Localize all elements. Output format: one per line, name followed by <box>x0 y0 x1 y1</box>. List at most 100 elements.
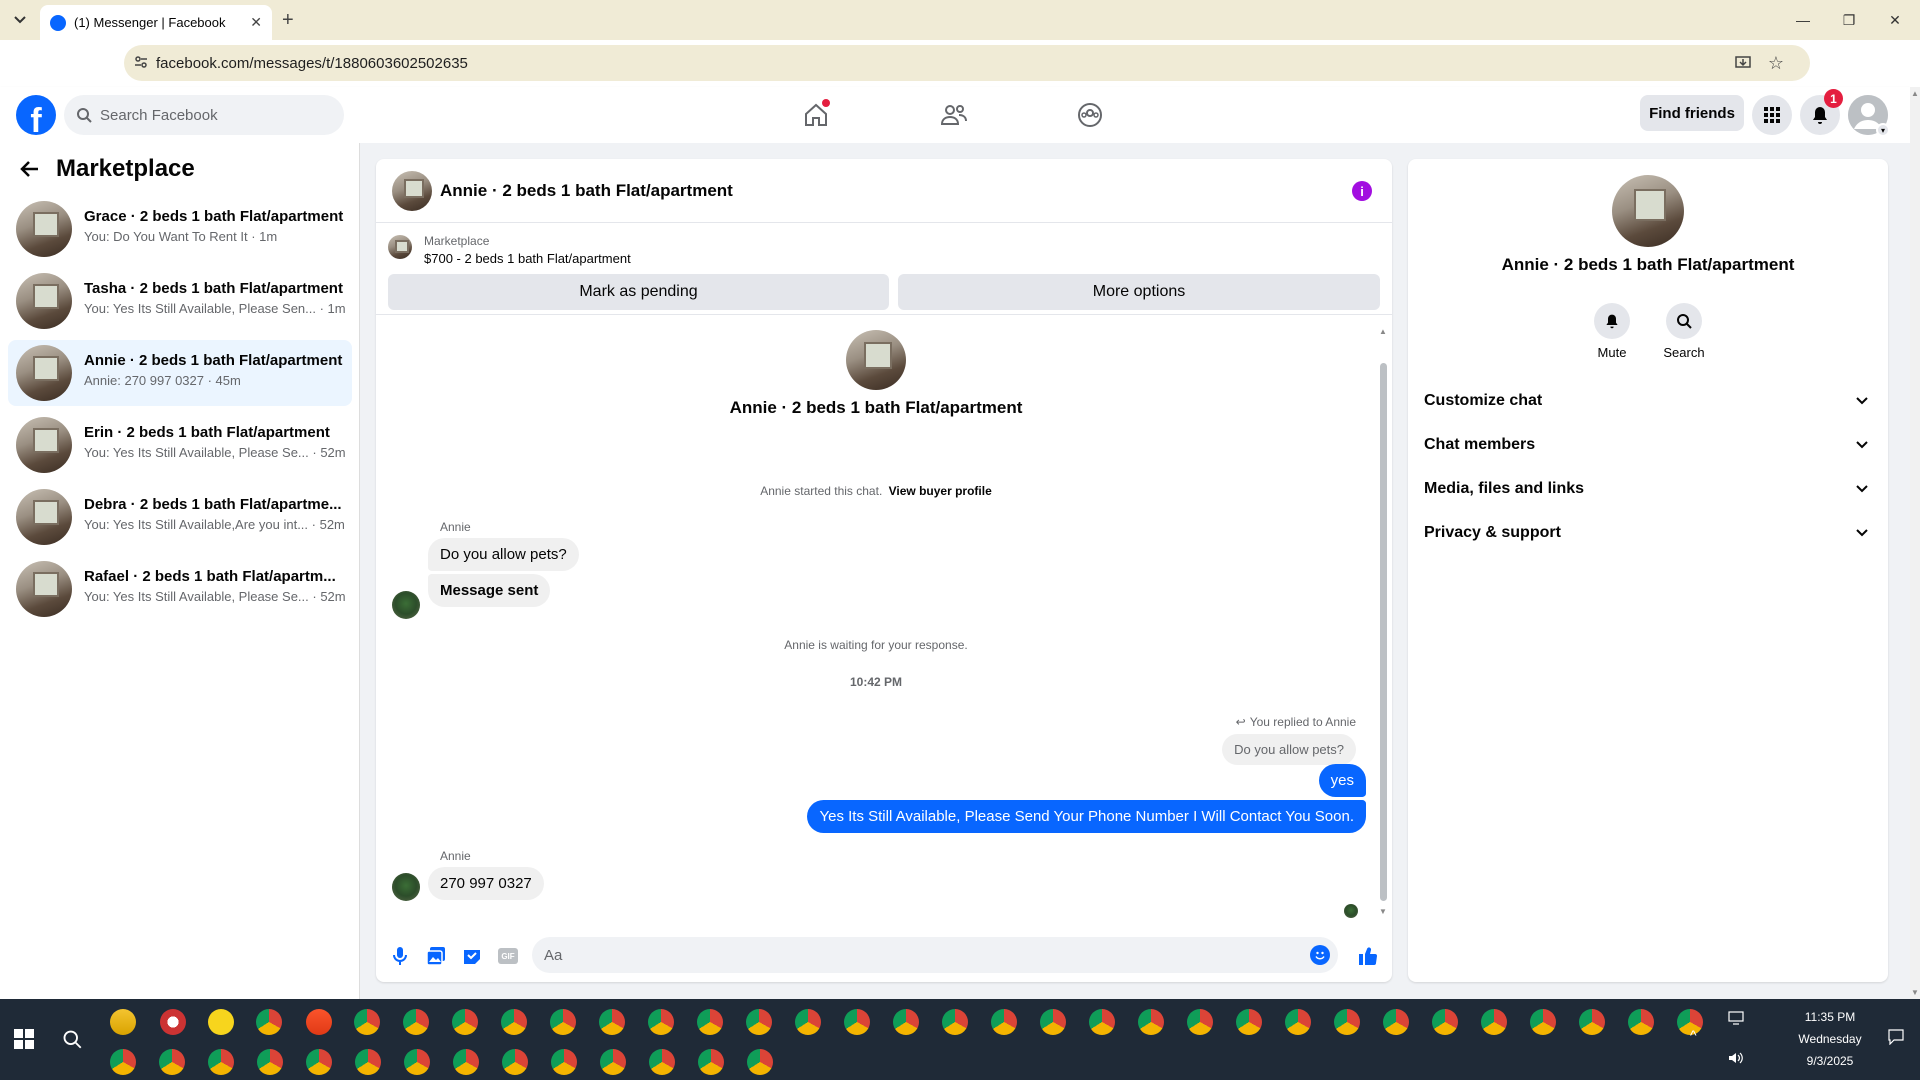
message-bubble-outgoing[interactable]: Yes Its Still Available, Please Send You… <box>807 800 1366 833</box>
info-icon[interactable]: i <box>1352 181 1372 201</box>
chrome-profile-icon[interactable] <box>649 1049 675 1075</box>
volume-icon[interactable] <box>1728 1051 1744 1065</box>
chrome-profile-icon[interactable] <box>452 1009 478 1035</box>
conversation-item[interactable]: Debra · 2 beds 1 bath Flat/apartme... Yo… <box>8 484 352 550</box>
conversation-item[interactable]: Rafael · 2 beds 1 bath Flat/apartm... Yo… <box>8 556 352 622</box>
microphone-icon[interactable] <box>388 944 412 968</box>
conversation-item-active[interactable]: Annie · 2 beds 1 bath Flat/apartment Ann… <box>8 340 352 406</box>
message-input[interactable]: Aa <box>532 937 1338 973</box>
find-friends-button[interactable]: Find friends <box>1640 95 1744 131</box>
chrome-profile-icon[interactable] <box>746 1009 772 1035</box>
chrome-profile-icon[interactable] <box>403 1009 429 1035</box>
scrollbar-thumb[interactable] <box>1380 363 1387 901</box>
listing-thumbnail[interactable] <box>388 235 412 259</box>
back-arrow-icon[interactable] <box>20 159 40 179</box>
chrome-profile-icon[interactable] <box>404 1049 430 1075</box>
thumbs-up-icon[interactable] <box>1356 944 1380 968</box>
chrome-profile-icon[interactable] <box>1236 1009 1262 1035</box>
address-bar[interactable]: facebook.com/messages/t/1880603602502635… <box>124 45 1810 81</box>
privacy-support-section[interactable]: Privacy & support <box>1424 511 1874 555</box>
chrome-profile-icon[interactable] <box>991 1009 1017 1035</box>
sticky-notes-icon[interactable] <box>208 1009 234 1035</box>
groups-icon[interactable] <box>1072 97 1108 133</box>
chrome-profile-icon[interactable] <box>1089 1009 1115 1035</box>
chrome-profile-icon[interactable] <box>844 1009 870 1035</box>
facebook-logo-icon[interactable]: f <box>16 95 56 135</box>
chrome-profile-icon[interactable] <box>208 1049 234 1075</box>
page-scrollbar[interactable]: ▲ ▼ <box>1910 87 1920 999</box>
chrome-profile-icon[interactable] <box>747 1049 773 1075</box>
menu-grid-icon[interactable] <box>1752 95 1792 135</box>
bookmark-star-icon[interactable]: ☆ <box>1768 53 1784 74</box>
file-explorer-icon[interactable] <box>110 1009 136 1035</box>
message-bubble-outgoing[interactable]: yes <box>1318 764 1366 797</box>
scroll-down-icon[interactable]: ▼ <box>1379 907 1387 916</box>
gif-icon[interactable]: GIF <box>496 944 520 968</box>
restore-icon[interactable]: ❐ <box>1826 0 1872 40</box>
chrome-profile-icon[interactable] <box>698 1049 724 1075</box>
chrome-profile-icon[interactable] <box>453 1049 479 1075</box>
tab-search-chevron-icon[interactable] <box>8 8 32 32</box>
media-files-links-section[interactable]: Media, files and links <box>1424 467 1874 511</box>
mark-as-pending-button[interactable]: Mark as pending <box>388 274 889 310</box>
chrome-profile-icon[interactable] <box>1285 1009 1311 1035</box>
install-app-icon[interactable] <box>1734 54 1752 72</box>
chrome-profile-icon[interactable] <box>942 1009 968 1035</box>
account-avatar[interactable]: ▾ <box>1848 95 1890 137</box>
notifications-bell-icon[interactable]: 1 <box>1800 89 1843 135</box>
chrome-profile-icon[interactable] <box>1530 1009 1556 1035</box>
browser-tab-active[interactable]: (1) Messenger | Facebook ✕ <box>40 5 272 40</box>
chrome-profile-icon[interactable] <box>551 1049 577 1075</box>
chrome-icon[interactable] <box>256 1009 282 1035</box>
chrome-profile-icon[interactable] <box>1187 1009 1213 1035</box>
chat-avatar[interactable] <box>392 171 432 211</box>
listing-title[interactable]: $700 - 2 beds 1 bath Flat/apartment <box>424 251 631 266</box>
site-info-icon[interactable] <box>134 55 148 69</box>
view-buyer-profile-link[interactable]: View buyer profile <box>889 484 992 498</box>
chat-scrollbar[interactable]: ▲ ▼ <box>1379 327 1387 917</box>
minimize-icon[interactable]: — <box>1780 0 1826 40</box>
chrome-profile-icon[interactable] <box>1481 1009 1507 1035</box>
chrome-profile-icon[interactable] <box>355 1049 381 1075</box>
emoji-icon[interactable] <box>1310 945 1330 965</box>
tab-close-icon[interactable]: ✕ <box>250 14 262 31</box>
chrome-profile-icon[interactable] <box>599 1009 625 1035</box>
chrome-profile-icon[interactable] <box>1383 1009 1409 1035</box>
chrome-profile-icon[interactable] <box>697 1009 723 1035</box>
app-icon[interactable] <box>160 1009 186 1035</box>
taskbar-search-icon[interactable] <box>62 1029 82 1049</box>
clock-day[interactable]: Wednesday <box>1780 1032 1880 1046</box>
message-bubble-incoming[interactable]: Message sent <box>428 574 551 607</box>
chrome-profile-icon[interactable] <box>648 1009 674 1035</box>
search-in-chat-button[interactable]: Search <box>1654 303 1714 360</box>
chrome-profile-icon[interactable] <box>502 1049 528 1075</box>
chrome-profile-icon[interactable] <box>795 1009 821 1035</box>
facebook-search-input[interactable]: Search Facebook <box>64 95 344 135</box>
sender-avatar[interactable] <box>392 873 420 901</box>
chrome-profile-icon[interactable] <box>1579 1009 1605 1035</box>
scroll-up-icon[interactable]: ▲ <box>1379 327 1387 336</box>
chrome-profile-icon[interactable] <box>159 1049 185 1075</box>
chrome-profile-icon[interactable] <box>501 1009 527 1035</box>
sender-avatar[interactable] <box>392 591 420 619</box>
photo-attach-icon[interactable] <box>424 944 448 968</box>
home-icon[interactable] <box>798 97 834 133</box>
network-icon[interactable] <box>1728 1011 1744 1025</box>
conversation-item[interactable]: Grace · 2 beds 1 bath Flat/apartment You… <box>8 196 352 262</box>
message-bubble-incoming[interactable]: Do you allow pets? <box>428 538 579 571</box>
notification-center-icon[interactable] <box>1888 1029 1904 1045</box>
chrome-profile-icon[interactable] <box>550 1009 576 1035</box>
page-scroll-up-icon[interactable]: ▲ <box>1911 89 1919 98</box>
mute-button[interactable]: Mute <box>1582 303 1642 360</box>
chrome-profile-icon[interactable] <box>110 1049 136 1075</box>
sticker-icon[interactable] <box>460 944 484 968</box>
info-avatar[interactable] <box>1612 175 1684 247</box>
conversation-item[interactable]: Tasha · 2 beds 1 bath Flat/apartment You… <box>8 268 352 334</box>
page-scroll-down-icon[interactable]: ▼ <box>1911 988 1919 997</box>
clock-time[interactable]: 11:35 PM <box>1780 1010 1880 1024</box>
chrome-profile-icon[interactable] <box>306 1049 332 1075</box>
more-options-button[interactable]: More options <box>898 274 1380 310</box>
chrome-profile-icon[interactable] <box>354 1009 380 1035</box>
brave-icon[interactable] <box>306 1009 332 1035</box>
clock-date[interactable]: 9/3/2025 <box>1780 1054 1880 1068</box>
